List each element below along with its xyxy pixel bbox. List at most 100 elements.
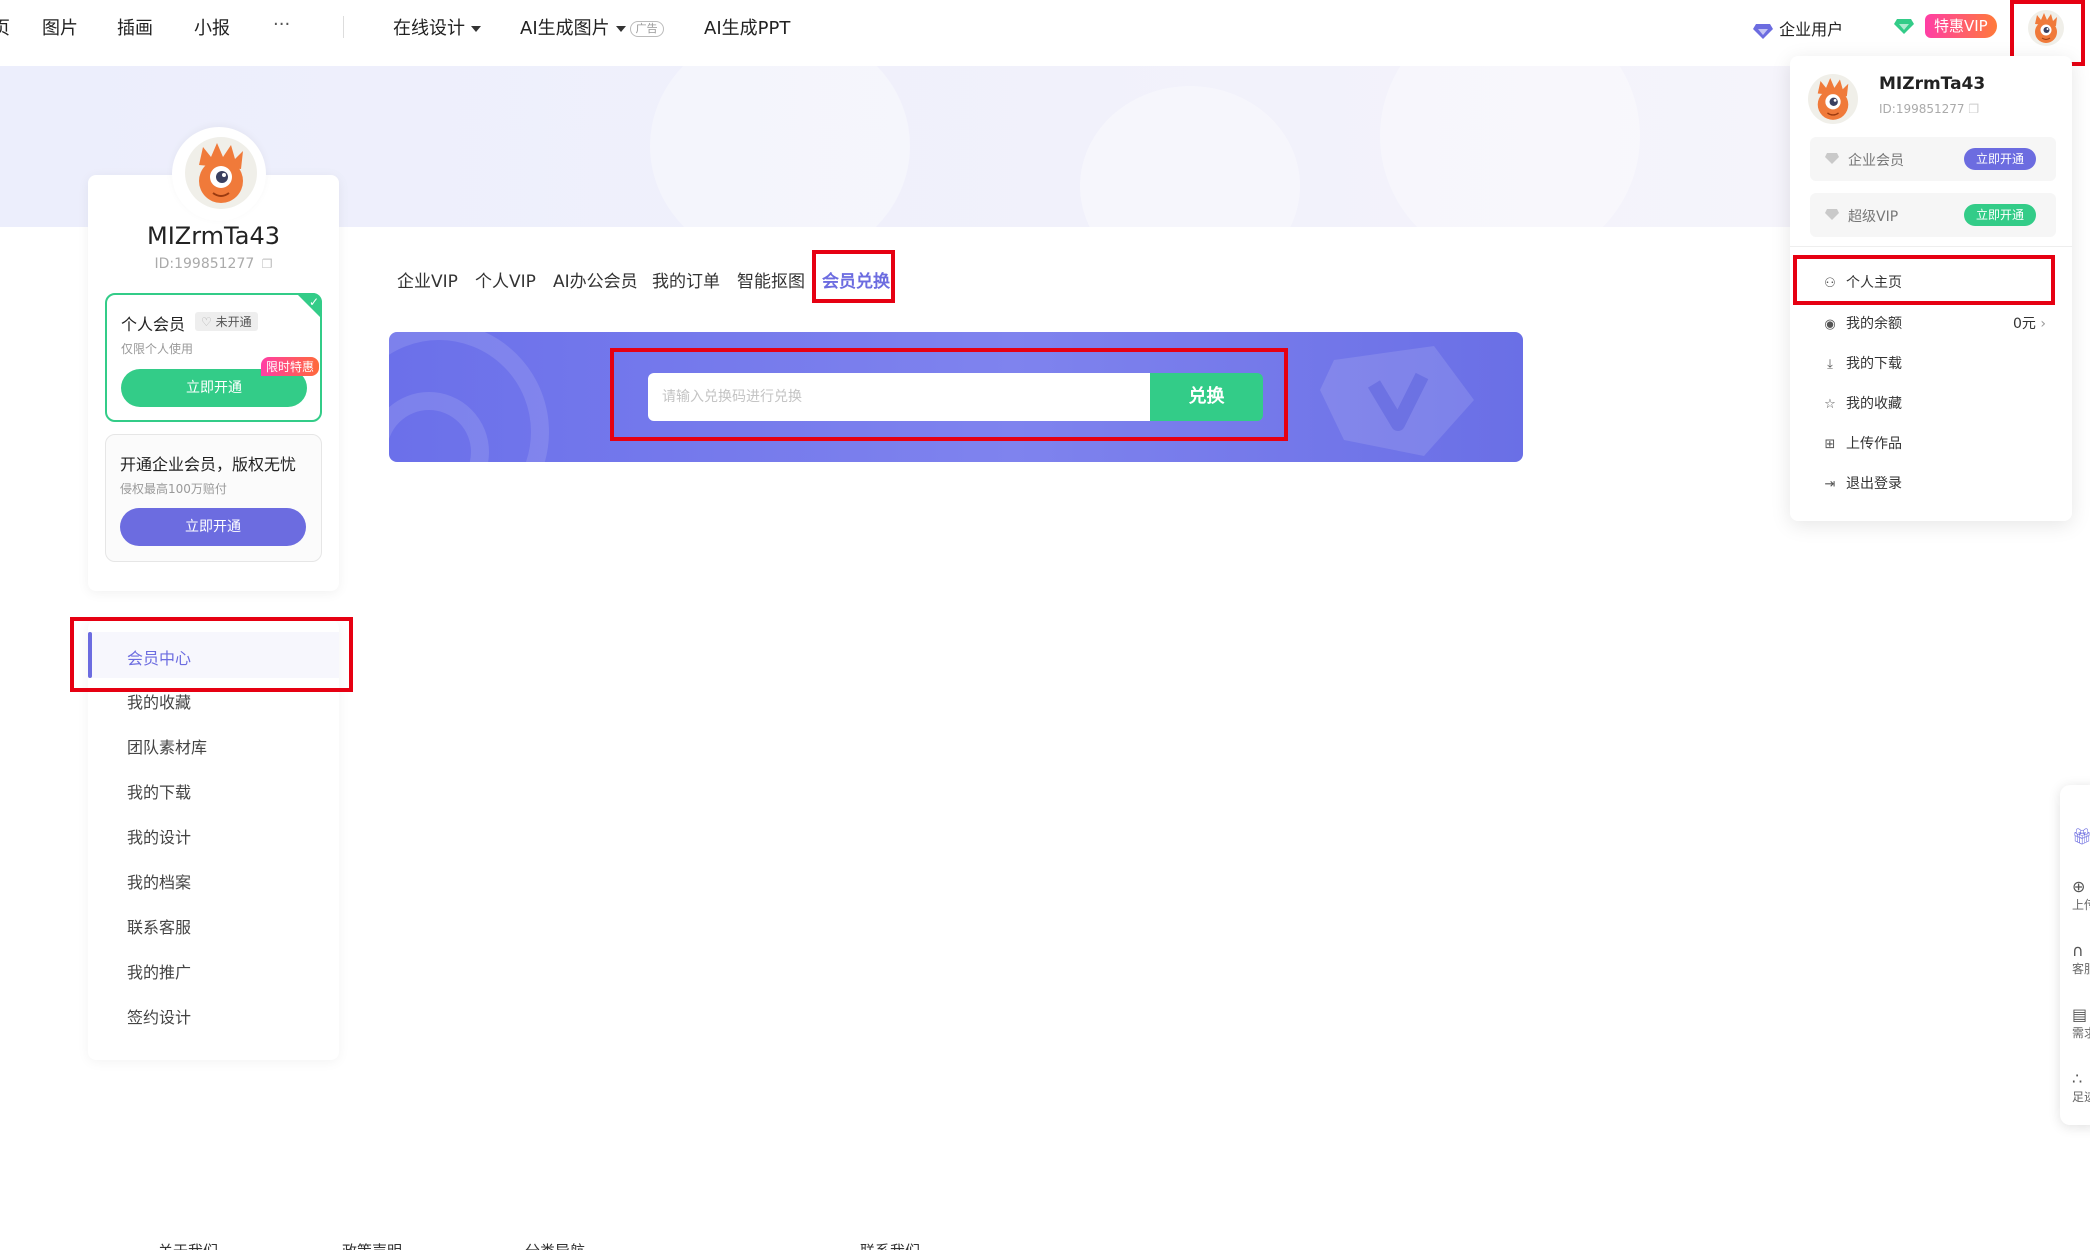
float-upload-label: 上传: [2072, 898, 2090, 912]
dropdown-item-favorites[interactable]: ☆ 我的收藏: [1822, 393, 1902, 413]
dropdown-avatar: [1808, 74, 1858, 124]
enterprise-member-subtitle: 侵权最高100万赔付: [120, 482, 227, 496]
float-upload[interactable]: ⊕ 上传: [2072, 877, 2090, 913]
footer-link-category[interactable]: 分类导航: [525, 1240, 585, 1250]
dropdown-super-vip-row: 超级VIP 立即开通: [1810, 193, 2056, 237]
nav-ai-image[interactable]: AI生成图片 广告: [520, 14, 664, 40]
footer-link-policy[interactable]: 政策声明: [342, 1240, 402, 1250]
nav-online-design[interactable]: 在线设计: [393, 14, 481, 40]
copy-icon[interactable]: ❐: [262, 257, 273, 271]
redeem-code-input[interactable]: [648, 373, 1150, 421]
upload-icon: ⊕: [2072, 877, 2086, 896]
dropdown-user-id-text: ID:199851277: [1879, 102, 1965, 116]
sidebar-item-support[interactable]: 联系客服: [127, 914, 191, 938]
gift-icon[interactable]: 🎁︎: [2072, 827, 2090, 846]
limited-offer-badge: 限时特惠: [261, 357, 320, 376]
avatar-monster-icon: [199, 143, 243, 203]
dropdown-enterprise-open-button[interactable]: 立即开通: [1963, 148, 2036, 170]
chevron-down-icon: [471, 26, 481, 32]
avatar-monster-icon: [1817, 78, 1849, 120]
tab-ai-office-member[interactable]: AI办公会员: [553, 267, 638, 292]
dropdown-item-upload-label: 上传作品: [1846, 436, 1902, 452]
footer-link-contact[interactable]: 联系我们: [860, 1240, 920, 1250]
sidebar-item-member-center[interactable]: 会员中心: [127, 645, 191, 669]
enterprise-member-open-button[interactable]: 立即开通: [120, 508, 306, 546]
side-menu: 会员中心 我的收藏 团队素材库 我的下载 我的设计 我的档案 联系客服 我的推广…: [88, 620, 339, 1060]
float-support[interactable]: ∩ 客服: [2072, 941, 2090, 977]
dropdown-balance-value[interactable]: 0元 ›: [2013, 313, 2046, 333]
enterprise-user-label: 企业用户: [1779, 20, 1844, 39]
enterprise-member-title: 开通企业会员，版权无忧: [120, 455, 297, 474]
dropdown-item-balance-label: 我的余额: [1846, 316, 1902, 332]
coin-icon: ◉: [1824, 317, 1836, 332]
banner-decoration: [1080, 86, 1300, 227]
ad-tag: 广告: [629, 21, 664, 37]
float-request[interactable]: ▤ 需求: [2072, 1005, 2090, 1041]
dropdown-enterprise-member-row: 企业会员 立即开通: [1810, 137, 2056, 181]
chevron-down-icon: [615, 26, 626, 32]
enterprise-member-box: 开通企业会员，版权无忧 侵权最高100万赔付 立即开通: [105, 434, 322, 562]
diamond-icon: [1825, 209, 1839, 220]
request-icon: ▤: [2072, 1005, 2088, 1024]
chevron-right-icon: ›: [2040, 316, 2046, 332]
enterprise-user-link[interactable]: 企业用户: [1752, 16, 1843, 40]
nav-online-design-label: 在线设计: [393, 18, 465, 39]
float-history-label: 足迹: [2072, 1090, 2090, 1104]
vip-logo-watermark-icon: [1320, 346, 1474, 456]
dropdown-item-homepage-label: 个人主页: [1846, 275, 1902, 291]
diamond-icon: [1825, 153, 1839, 164]
nav-ai-ppt[interactable]: AI生成PPT: [704, 14, 790, 40]
vip-promo-badge[interactable]: 特惠VIP: [1925, 14, 1997, 38]
diamond-icon: ♡: [201, 315, 212, 329]
nav-item-illustrations[interactable]: 插画: [117, 14, 153, 40]
dropdown-super-vip-label: 超级VIP: [1848, 209, 1899, 225]
dropdown-item-downloads-label: 我的下载: [1846, 356, 1902, 372]
dropdown-divider: [1790, 246, 2072, 247]
star-icon: ☆: [1824, 397, 1836, 412]
nav-item-images[interactable]: 图片: [42, 14, 78, 40]
dropdown-enterprise-member-label: 企业会员: [1848, 153, 1904, 169]
sidebar-item-team-library[interactable]: 团队素材库: [127, 734, 207, 758]
sidebar-item-downloads[interactable]: 我的下载: [127, 779, 191, 803]
sidebar-item-archive[interactable]: 我的档案: [127, 869, 191, 893]
nav-home-fragment[interactable]: 页: [0, 14, 10, 40]
headset-icon: ∩: [2072, 941, 2084, 960]
sidebar-item-contract-design[interactable]: 签约设计: [127, 1004, 191, 1028]
user-avatar-button[interactable]: [2028, 10, 2064, 46]
sidebar-item-promotion[interactable]: 我的推广: [127, 959, 191, 983]
dropdown-item-balance[interactable]: ◉ 我的余额: [1822, 313, 1902, 333]
float-history[interactable]: ∴ 足迹: [2072, 1069, 2090, 1105]
nav-divider: [343, 16, 344, 38]
tab-smart-cutout[interactable]: 智能抠图: [737, 267, 805, 292]
nav-item-posters[interactable]: 小报: [194, 14, 230, 40]
sidebar-item-favorites[interactable]: 我的收藏: [127, 689, 191, 713]
dropdown-item-downloads[interactable]: ⤓ 我的下载: [1822, 353, 1902, 373]
float-request-label: 需求: [2072, 1026, 2090, 1040]
dropdown-item-upload[interactable]: ⊞ 上传作品: [1822, 433, 1902, 453]
user-icon: ⚇: [1824, 276, 1836, 291]
dropdown-item-logout[interactable]: ⇥ 退出登录: [1822, 473, 1902, 493]
top-nav: 页 图片 插画 小报 ··· 在线设计 AI生成图片 广告 AI生成PPT 企业用…: [0, 0, 2090, 56]
banner-decoration: [1380, 66, 1640, 227]
personal-member-title: 个人会员: [121, 315, 186, 334]
dropdown-username: MIZrmTa43: [1879, 74, 1986, 94]
dropdown-user-id: ID:199851277 ❐: [1879, 102, 1979, 116]
copy-icon[interactable]: ❐: [1968, 102, 1979, 116]
status-badge: ♡ 未开通: [195, 312, 258, 331]
nav-more-icon[interactable]: ···: [273, 14, 290, 35]
dropdown-item-homepage[interactable]: ⚇ 个人主页: [1822, 272, 1902, 292]
nav-ai-image-label: AI生成图片: [520, 18, 610, 39]
dropdown-super-vip-open-button[interactable]: 立即开通: [1963, 204, 2036, 226]
footer-link-about[interactable]: 关于我们: [158, 1240, 218, 1250]
tab-my-orders[interactable]: 我的订单: [652, 267, 720, 292]
tab-personal-vip[interactable]: 个人VIP: [475, 267, 536, 292]
footprint-icon: ∴: [2072, 1069, 2083, 1088]
personal-member-subtitle: 仅限个人使用: [121, 342, 194, 356]
banner-decoration: [650, 66, 910, 227]
redeem-button[interactable]: 兑换: [1150, 373, 1263, 421]
avatar[interactable]: [185, 137, 257, 209]
tab-member-redeem[interactable]: 会员兑换: [822, 267, 890, 292]
tab-enterprise-vip[interactable]: 企业VIP: [397, 267, 458, 292]
sidebar-item-designs[interactable]: 我的设计: [127, 824, 191, 848]
diamond-icon: [1753, 23, 1773, 39]
